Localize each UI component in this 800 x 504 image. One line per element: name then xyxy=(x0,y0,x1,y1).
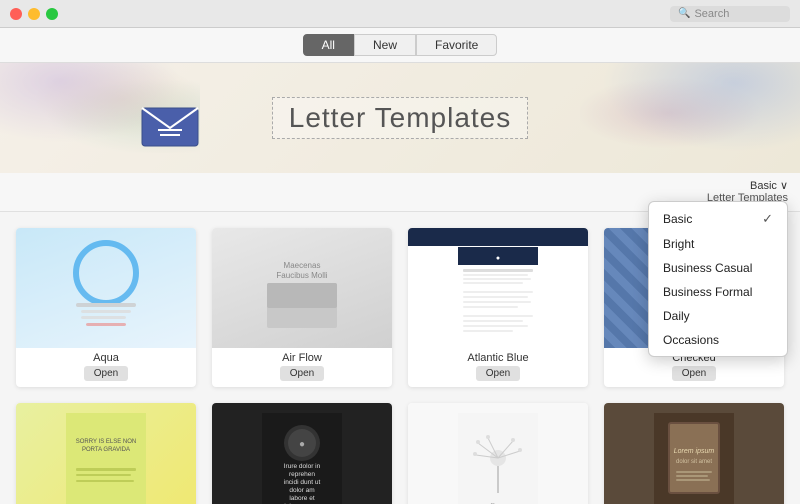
open-button-airflow[interactable]: Open xyxy=(280,366,324,381)
dropdown-item-label: Business Formal xyxy=(663,285,752,299)
close-button[interactable] xyxy=(10,8,22,20)
tab-bar: All New Favorite xyxy=(0,28,800,63)
card-thumb-atlantic: ● xyxy=(408,228,588,348)
sort-bar: Basic ∨ Letter Templates Basic ✓ Bright … xyxy=(0,173,800,212)
svg-text:●: ● xyxy=(299,439,305,450)
card-thumb-aqua xyxy=(16,228,196,348)
hero-envelope-icon xyxy=(140,96,200,163)
svg-text:labore et: labore et xyxy=(289,495,314,502)
svg-text:incidi dunt ut: incidi dunt ut xyxy=(284,479,321,486)
svg-text:Lorem ipsum: Lorem ipsum xyxy=(674,448,715,455)
svg-text:dolor am: dolor am xyxy=(289,487,314,494)
maximize-button[interactable] xyxy=(46,8,58,20)
dropdown-item-label: Basic xyxy=(663,212,692,226)
tab-new[interactable]: New xyxy=(354,34,416,56)
svg-text:SORRY IS ELSE NON: SORRY IS ELSE NON xyxy=(76,439,136,445)
dropdown-item-label: Bright xyxy=(663,237,694,251)
search-icon: 🔍 xyxy=(678,8,690,19)
titlebar: 🔍 Search xyxy=(0,0,800,28)
template-card-dandelion[interactable]: Dear Friend xyxy=(408,403,588,504)
hero-banner: Letter Templates xyxy=(0,63,800,173)
open-button-atlantic[interactable]: Open xyxy=(476,366,520,381)
template-card-airflow[interactable]: Maecenas Faucibus Molli Air Flow Open xyxy=(212,228,392,387)
sort-button[interactable]: Basic ∨ xyxy=(707,179,788,192)
dropdown-item-basic[interactable]: Basic ✓ xyxy=(649,206,787,232)
dropdown-item-label: Daily xyxy=(663,309,690,323)
svg-text:Maecenas: Maecenas xyxy=(284,261,321,270)
dropdown-item-label: Occasions xyxy=(663,333,719,347)
card-label-aqua: Aqua xyxy=(93,348,119,366)
template-card-dear[interactable]: Lorem ipsum dolor sit amet xyxy=(604,403,784,504)
card-thumb-dear: Lorem ipsum dolor sit amet xyxy=(604,403,784,504)
hero-title: Letter Templates xyxy=(272,97,529,139)
dropdown-item-occasions[interactable]: Occasions xyxy=(649,328,787,352)
dropdown-item-daily[interactable]: Daily xyxy=(649,304,787,328)
template-card-aqua[interactable]: Aqua Open xyxy=(16,228,196,387)
card-thumb-dandelion: Dear Friend xyxy=(408,403,588,504)
tab-all[interactable]: All xyxy=(303,34,354,56)
search-placeholder: Search xyxy=(694,8,729,20)
open-button-checked[interactable]: Open xyxy=(672,366,716,381)
open-button-aqua[interactable]: Open xyxy=(84,366,128,381)
category-dropdown[interactable]: Basic ✓ Bright Business Casual Business … xyxy=(648,201,788,357)
tab-favorite[interactable]: Favorite xyxy=(416,34,497,56)
dropdown-item-business-casual[interactable]: Business Casual xyxy=(649,256,787,280)
svg-text:dolor sit amet: dolor sit amet xyxy=(676,459,712,465)
svg-text:●: ● xyxy=(496,255,500,262)
traffic-lights xyxy=(10,8,58,20)
template-card-dark[interactable]: ● Irure dolor in reprehen incidi dunt ut… xyxy=(212,403,392,504)
template-card-colorful[interactable]: SORRY IS ELSE NON PORTA GRAVIDA xyxy=(16,403,196,504)
hero-flowers-right xyxy=(580,63,800,163)
minimize-button[interactable] xyxy=(28,8,40,20)
svg-text:PORTA GRAVIDA: PORTA GRAVIDA xyxy=(82,447,130,453)
search-bar[interactable]: 🔍 Search xyxy=(670,6,790,22)
dropdown-item-label: Business Casual xyxy=(663,261,752,275)
svg-text:Faucibus Molli: Faucibus Molli xyxy=(276,271,327,280)
card-thumb-colorful: SORRY IS ELSE NON PORTA GRAVIDA xyxy=(16,403,196,504)
card-label-atlantic: Atlantic Blue xyxy=(467,348,528,366)
dropdown-item-business-formal[interactable]: Business Formal xyxy=(649,280,787,304)
card-label-airflow: Air Flow xyxy=(282,348,322,366)
dropdown-item-bright[interactable]: Bright xyxy=(649,232,787,256)
card-thumb-airflow: Maecenas Faucibus Molli xyxy=(212,228,392,348)
checkmark-icon: ✓ xyxy=(762,211,773,227)
card-thumb-dark: ● Irure dolor in reprehen incidi dunt ut… xyxy=(212,403,392,504)
svg-text:Irure dolor in: Irure dolor in xyxy=(284,463,321,470)
svg-text:reprehen: reprehen xyxy=(289,471,315,478)
template-card-atlantic[interactable]: ● Atlantic Blue Open xyxy=(408,228,588,387)
